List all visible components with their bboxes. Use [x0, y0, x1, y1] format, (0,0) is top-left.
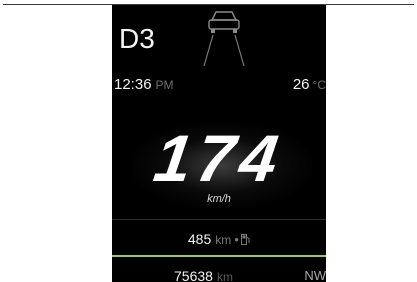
fuel-range: 485 km ●	[112, 231, 326, 248]
page-frame: D3 12:36 PM 26 °C 174 km/h 485 km ● 7563…	[0, 0, 417, 282]
clock-time: 12:36	[114, 76, 152, 93]
speed-readout: 174	[149, 121, 289, 195]
accent-divider	[112, 255, 326, 257]
odometer-value: 75638	[174, 268, 213, 282]
temperature-unit: °C	[312, 78, 326, 92]
temperature-value: 26	[292, 76, 310, 93]
outside-temperature: 26 °C	[293, 76, 326, 94]
range-unit: km	[215, 233, 232, 247]
compass-heading: NW	[304, 268, 326, 282]
instrument-cluster-display: D3 12:36 PM 26 °C 174 km/h 485 km ● 7563…	[112, 5, 326, 282]
clock-period: PM	[155, 78, 174, 92]
odometer-unit: km	[216, 270, 233, 282]
car-front-icon	[203, 11, 245, 67]
gear-indicator: D3	[119, 23, 155, 54]
odometer: 75638 km	[174, 268, 233, 282]
separator-dot-icon: ●	[234, 235, 240, 244]
clock: 12:36 PM	[114, 76, 174, 94]
speed-unit: km/h	[207, 193, 231, 205]
divider	[112, 219, 326, 220]
range-value: 485	[187, 231, 212, 247]
fuel-pump-icon	[241, 234, 250, 245]
